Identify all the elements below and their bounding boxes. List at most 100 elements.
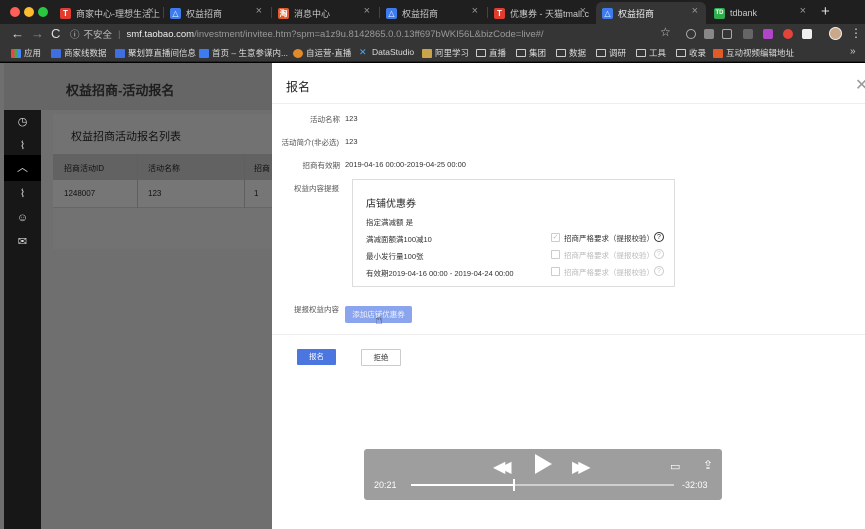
- activity-name-label: 活动名称: [310, 115, 340, 124]
- browser-tab-7[interactable]: TD tdbank ×: [708, 2, 814, 24]
- browser-tab-2[interactable]: △ 权益招商 ×: [164, 2, 270, 24]
- bookmark-apps[interactable]: 应用: [11, 47, 41, 59]
- bookmark-folder[interactable]: 数据: [556, 47, 586, 59]
- tab-close-icon[interactable]: ×: [800, 5, 806, 17]
- registration-list-card: 权益招商活动报名列表 招商活动ID 活动名称 招商 1248007 123 1: [53, 114, 272, 249]
- tab-close-icon[interactable]: ×: [692, 5, 698, 17]
- taobao-favicon-icon: △: [602, 7, 613, 19]
- address-bar[interactable]: ⓘ 不安全 | smf.taobao.com /investment/invit…: [70, 26, 674, 42]
- info-icon[interactable]: ⓘ: [70, 27, 80, 41]
- new-tab-button[interactable]: +: [821, 3, 830, 20]
- profile-avatar[interactable]: [829, 27, 842, 40]
- remaining-time: -32:03: [682, 480, 708, 490]
- apps-grid-icon: [11, 48, 21, 58]
- help-icon[interactable]: ?: [654, 249, 664, 259]
- extension-icon[interactable]: [802, 29, 812, 39]
- list-title: 权益招商活动报名列表: [71, 131, 181, 143]
- clock-icon[interactable]: ◷: [16, 116, 29, 129]
- strict-requirement-checkbox[interactable]: [551, 250, 560, 259]
- mail-icon[interactable]: ✉: [16, 236, 29, 249]
- strict-requirement-checkbox[interactable]: [551, 267, 560, 276]
- browser-tab-4[interactable]: △ 权益招商 ×: [380, 2, 486, 24]
- window-close-button[interactable]: [10, 7, 20, 17]
- chevron-up-icon[interactable]: ︿: [16, 162, 29, 175]
- play-icon[interactable]: [535, 454, 552, 474]
- coupon-detail: 指定满减额 是: [366, 218, 414, 227]
- table-cell: 123: [148, 189, 162, 198]
- strict-requirement-label: 招商严格要求（提报校验）: [564, 268, 654, 277]
- user-icon[interactable]: ☺: [16, 212, 29, 225]
- page-icon: [293, 48, 303, 58]
- bookmark-folder[interactable]: 收录: [676, 47, 706, 59]
- close-icon[interactable]: ✕: [855, 75, 865, 95]
- tmall-favicon-icon: T: [60, 7, 71, 19]
- url-path: /investment/invitee.htm?spm=a1z9u.814286…: [194, 28, 544, 40]
- tab-close-icon[interactable]: ×: [364, 5, 370, 17]
- tab-close-icon[interactable]: ×: [580, 5, 586, 17]
- coupon-detail: 有效期2019-04-16 00:00 - 2019-04-24 00:00: [366, 269, 514, 278]
- back-icon[interactable]: ←: [11, 26, 24, 41]
- bookmark-item[interactable]: 自运营-直播: [293, 47, 351, 59]
- scrubber-handle[interactable]: [512, 479, 515, 491]
- bookmark-item[interactable]: 互动视频编辑地址: [713, 47, 794, 59]
- coupon-title: 店铺优惠券: [366, 199, 416, 210]
- bookmark-folder[interactable]: 集团: [516, 47, 546, 59]
- signup-button[interactable]: 报名: [297, 349, 336, 365]
- bookmark-item[interactable]: ✕ DataStudio: [359, 47, 414, 57]
- bookmark-item[interactable]: 首页 – 生意参谋内...: [199, 47, 288, 59]
- page-icon: [199, 48, 209, 58]
- forward-icon[interactable]: →: [31, 26, 44, 41]
- window-zoom-button[interactable]: [38, 7, 48, 17]
- rewind-icon[interactable]: ◀◀: [493, 457, 511, 477]
- browser-tab-5[interactable]: T 优惠券 - 天猫tmall.c ×: [488, 2, 594, 24]
- browser-tab-3[interactable]: 淘 消息中心 ×: [272, 2, 378, 24]
- bookmark-item[interactable]: 商家线数据: [51, 47, 107, 59]
- tab-close-icon[interactable]: ×: [472, 5, 478, 17]
- extension-icon[interactable]: [763, 29, 773, 39]
- tab-title: 权益招商: [618, 8, 655, 19]
- browser-tab-1[interactable]: T 商家中心-理想生活上 ×: [54, 2, 162, 24]
- bookmark-folder[interactable]: 调研: [596, 47, 626, 59]
- reload-icon[interactable]: C: [51, 26, 60, 41]
- share-icon[interactable]: ⇪: [703, 458, 713, 472]
- help-icon[interactable]: ?: [654, 232, 664, 242]
- strict-requirement-checkbox[interactable]: ✓: [551, 233, 560, 242]
- tab-title: tdbank: [730, 8, 758, 18]
- scrubber-progress: [411, 484, 514, 486]
- extension-icon[interactable]: [686, 29, 696, 39]
- column-header: 活动名称: [148, 164, 180, 173]
- extension-icon[interactable]: [722, 29, 732, 39]
- paperclip-icon[interactable]: ⌇: [16, 188, 29, 201]
- bookmarks-overflow-icon[interactable]: »: [850, 46, 856, 57]
- taobao-favicon-icon: △: [386, 7, 397, 19]
- airplay-icon[interactable]: ▭: [670, 460, 680, 473]
- table-row[interactable]: 1248007 123 1: [53, 180, 272, 208]
- browser-tab-active[interactable]: △ 权益招商 ×: [596, 2, 706, 24]
- page-icon: [422, 48, 432, 58]
- extension-icon[interactable]: [704, 29, 714, 39]
- paperclip-icon[interactable]: ⌇: [16, 140, 29, 153]
- extension-icon[interactable]: [743, 29, 753, 39]
- extension-icon[interactable]: [783, 29, 793, 39]
- submit-content-label: 提报权益内容: [294, 305, 339, 314]
- video-scrubber[interactable]: [411, 479, 674, 491]
- bookmark-item[interactable]: 阿里学习: [422, 47, 469, 59]
- coupon-card: 店铺优惠券 指定满减额 是 满减面额满100减10 最小发行量100张 有效期2…: [352, 179, 675, 287]
- tab-close-icon[interactable]: ×: [148, 5, 154, 17]
- datastudio-icon: ✕: [359, 46, 367, 57]
- bookmark-star-icon[interactable]: ☆: [660, 25, 671, 39]
- bookmark-folder[interactable]: 工具: [636, 47, 666, 59]
- fast-forward-icon[interactable]: ▶▶: [572, 457, 590, 477]
- message-favicon-icon: 淘: [278, 7, 289, 19]
- column-header: 招商活动ID: [64, 164, 104, 173]
- bookmark-item[interactable]: 聚划算直播间信息: [115, 47, 196, 59]
- activity-intro-value: 123: [345, 137, 358, 146]
- help-icon[interactable]: ?: [654, 266, 664, 276]
- window-minimize-button[interactable]: [24, 7, 34, 17]
- menu-kebab-icon[interactable]: ⋮: [850, 26, 862, 40]
- tab-close-icon[interactable]: ×: [256, 5, 262, 17]
- reject-button[interactable]: 拒绝: [361, 349, 401, 366]
- browser-tab-bar: T 商家中心-理想生活上 × △ 权益招商 × 淘 消息中心 × △ 权益招商 …: [0, 0, 865, 24]
- bookmark-folder[interactable]: 直播: [476, 47, 506, 59]
- period-label: 招商有效期: [302, 161, 341, 170]
